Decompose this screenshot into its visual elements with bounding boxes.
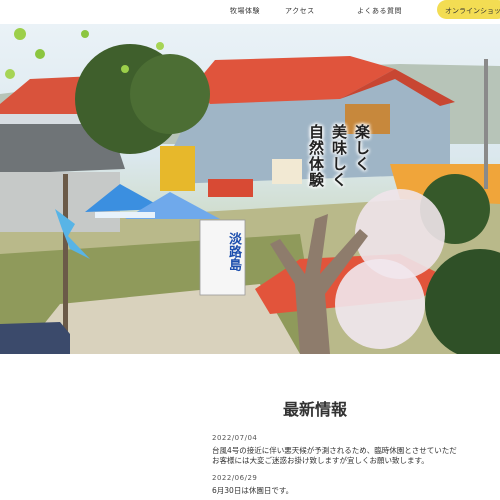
hero-catchphrase: 楽しく 美味しく 自然体験 (307, 124, 373, 188)
nav-faq[interactable]: よくある質問 (357, 6, 402, 16)
hero-sign-text: 淡路島 (226, 232, 241, 271)
nav-farm-experience[interactable]: 牧場体験 (230, 6, 260, 16)
catch-line-2: 美味しく (330, 124, 348, 188)
online-shop-button[interactable]: オンラインショップ (437, 0, 500, 19)
nav-access[interactable]: アクセス (285, 6, 315, 16)
news-item[interactable]: 2022/06/29 6月30日は休園日です。 (212, 474, 500, 496)
news-text-line: 6月30日は休園日です。 (212, 486, 294, 495)
hero-image: 淡路島 楽しく 美味しく 自然体験 (0, 24, 500, 354)
news-section: 最新情報 2022/07/04 台風4号の接近に伴い悪天候が予測されるため、臨時… (0, 354, 500, 500)
news-text-line: お客様には大変ご迷惑お掛け致しますが宜しくお願い致します。 (212, 456, 429, 465)
catch-line-3: 自然体験 (307, 124, 325, 188)
top-nav: 牧場体験 アクセス よくある質問 オンラインショップ (0, 0, 500, 24)
news-text-line: 台風4号の接近に伴い悪天候が予測されるため、臨時休園とさせていただ (212, 446, 457, 455)
news-heading: 最新情報 (282, 400, 347, 419)
news-date: 2022/06/29 (212, 474, 258, 482)
farm-scene-illustration (0, 28, 500, 354)
news-date: 2022/07/04 (212, 434, 258, 442)
catch-line-1: 楽しく (353, 124, 371, 172)
news-item[interactable]: 2022/07/04 台風4号の接近に伴い悪天候が予測されるため、臨時休園とさせ… (212, 434, 500, 466)
